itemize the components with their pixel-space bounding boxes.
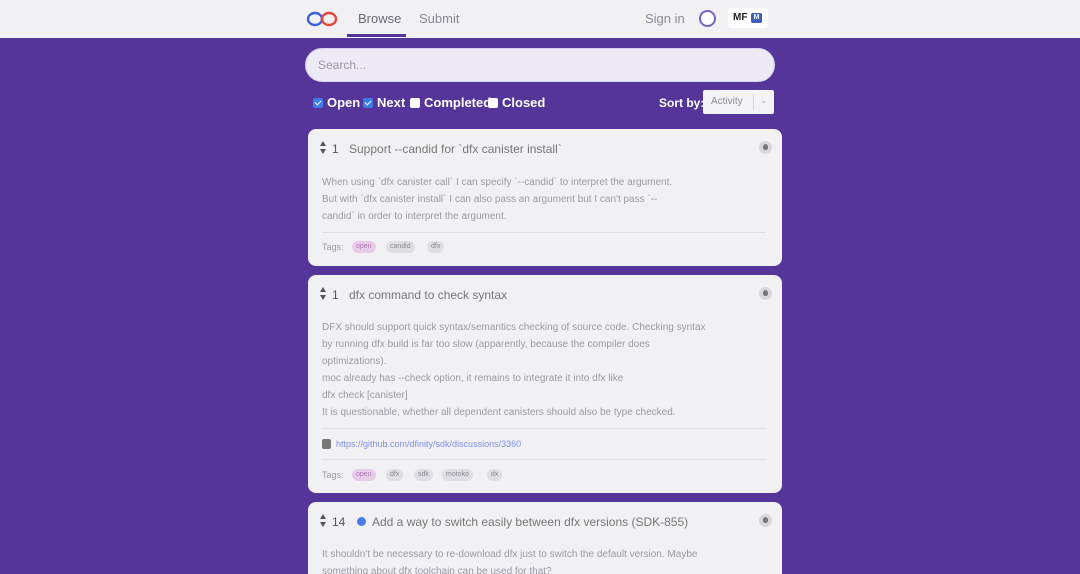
proposal-card[interactable]: 14 Add a way to switch easily between df… [308,502,782,574]
filter-completed[interactable]: Completed [410,95,491,110]
card-body-line: It is questionable, whether all dependen… [322,407,676,418]
tag[interactable]: candid [386,241,415,253]
sign-in-link[interactable]: Sign in [645,11,685,26]
discussion-link[interactable]: https://github.com/dfinity/sdk/discussio… [336,439,521,449]
tab-submit[interactable]: Submit [419,11,459,26]
vote-count: 1 [332,288,339,302]
top-navbar: Browse Submit Sign in MF M [0,0,1080,38]
sort-value: Activity [711,96,743,107]
vote-control [320,514,327,527]
filter-closed[interactable]: Closed [488,95,545,110]
divider [322,459,766,460]
upvote-icon[interactable] [320,287,326,292]
proposal-card[interactable]: 1 Support --candid for `dfx canister ins… [308,129,782,266]
sort-by-label: Sort by: [659,96,705,110]
vote-control [320,141,327,154]
vote-count: 1 [332,142,339,156]
status-next-icon [357,517,366,526]
tag[interactable]: dfx [427,241,445,253]
card-body-line: It shouldn't be necessary to re-download… [322,549,698,560]
card-body-line: DFX should support quick syntax/semantic… [322,322,706,333]
checkbox-icon[interactable] [313,97,323,108]
flag-icon: M [751,13,762,23]
card-title[interactable]: dfx command to check syntax [349,288,507,302]
upvote-icon[interactable] [320,141,326,146]
card-body-line: something about dfx toolchain can be use… [322,566,552,574]
card-body-line: optimizations). [322,356,387,367]
github-icon[interactable] [759,514,772,527]
select-divider [753,94,754,110]
vote-count: 14 [332,515,346,529]
card-body-line: candid` in order to interpret the argume… [322,211,507,222]
sort-select[interactable]: Activity ⌄ [703,90,774,114]
tag[interactable]: sdk [414,469,433,481]
filter-label: Completed [424,95,492,110]
card-body-line: dfx check [canister] [322,390,408,401]
card-body-line: When using `dfx canister call` I can spe… [322,177,673,188]
downvote-icon[interactable] [320,522,326,527]
proposal-card[interactable]: 1 dfx command to check syntax DFX should… [308,275,782,493]
card-body-line: moc already has --check option, it remai… [322,373,624,384]
language-selector[interactable]: MF M [728,8,768,28]
tags-label: Tags: [322,470,344,480]
github-icon[interactable] [759,287,772,300]
lock-icon [322,439,331,449]
card-body-line: But with `dfx canister install` I can al… [322,194,658,205]
divider [322,428,766,429]
checkbox-icon[interactable] [488,97,498,108]
filter-label: Open [327,95,361,110]
tags-label: Tags: [322,242,344,252]
chevron-down-icon: ⌄ [760,95,768,105]
downvote-icon[interactable] [320,149,326,154]
tab-browse[interactable]: Browse [358,11,401,26]
filter-label: Closed [502,95,546,110]
filter-open[interactable]: Open [313,95,360,110]
divider [322,232,766,233]
search-input[interactable] [305,48,775,82]
checkbox-icon[interactable] [363,97,373,108]
tag[interactable]: dfx [386,469,404,481]
upvote-icon[interactable] [320,514,326,519]
tag[interactable]: open [352,241,376,253]
active-tab-indicator [347,34,406,37]
card-title[interactable]: Add a way to switch easily between dfx v… [372,515,688,529]
tag[interactable]: dx [487,469,503,481]
tag[interactable]: motoko [442,469,473,481]
tag[interactable]: open [352,469,376,481]
checkbox-icon[interactable] [410,97,420,108]
internet-identity-icon[interactable] [699,10,716,27]
card-body-line: by running dfx build is far too slow (ap… [322,339,650,350]
vote-control [320,287,327,300]
dfinity-logo-icon[interactable] [306,10,338,28]
filter-next[interactable]: Next [363,95,405,110]
github-icon[interactable] [759,141,772,154]
downvote-icon[interactable] [320,295,326,300]
language-code: MF [733,12,748,23]
filter-label: Next [377,95,406,110]
card-title[interactable]: Support --candid for `dfx canister insta… [349,142,562,156]
